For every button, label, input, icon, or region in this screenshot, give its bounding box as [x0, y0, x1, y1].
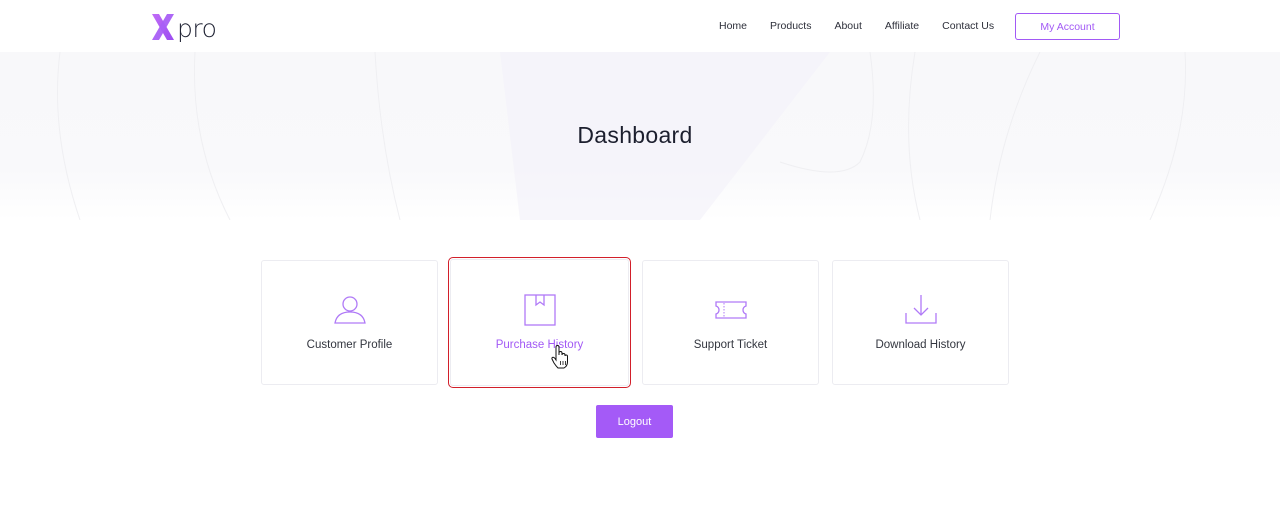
- logo[interactable]: pro: [148, 10, 217, 44]
- nav-products[interactable]: Products: [770, 20, 811, 32]
- logout-button[interactable]: Logout: [596, 405, 673, 438]
- card-label: Customer Profile: [306, 339, 393, 351]
- card-purchase-history[interactable]: Purchase History: [448, 257, 631, 388]
- page-title: Dashboard: [577, 122, 693, 148]
- card-customer-profile[interactable]: Customer Profile: [261, 260, 438, 385]
- nav-about[interactable]: About: [834, 20, 861, 32]
- logo-text: pro: [177, 13, 217, 43]
- hand-pointer-cursor-icon: [551, 345, 568, 369]
- main-nav: Home Products About Affiliate Contact Us: [719, 0, 1016, 52]
- card-support-ticket[interactable]: Support Ticket: [642, 260, 819, 385]
- card-label: Purchase History: [495, 339, 584, 351]
- user-icon: [333, 296, 366, 324]
- my-account-button[interactable]: My Account: [1015, 13, 1120, 40]
- download-icon: [904, 295, 937, 324]
- site-header: pro Home Products About Affiliate Contac…: [0, 0, 1280, 52]
- card-download-history[interactable]: Download History: [832, 260, 1009, 385]
- card-label: Support Ticket: [693, 339, 768, 351]
- hero-banner: Dashboard: [0, 52, 1280, 220]
- box-icon: [523, 294, 556, 326]
- nav-home[interactable]: Home: [719, 20, 747, 32]
- ticket-icon: [714, 301, 747, 319]
- dashboard-cards: Customer Profile Purchase History Suppor…: [261, 257, 1022, 388]
- nav-contact-us[interactable]: Contact Us: [942, 20, 994, 32]
- logo-x-icon: [152, 14, 174, 40]
- nav-affiliate[interactable]: Affiliate: [885, 20, 919, 32]
- card-label: Download History: [875, 339, 966, 351]
